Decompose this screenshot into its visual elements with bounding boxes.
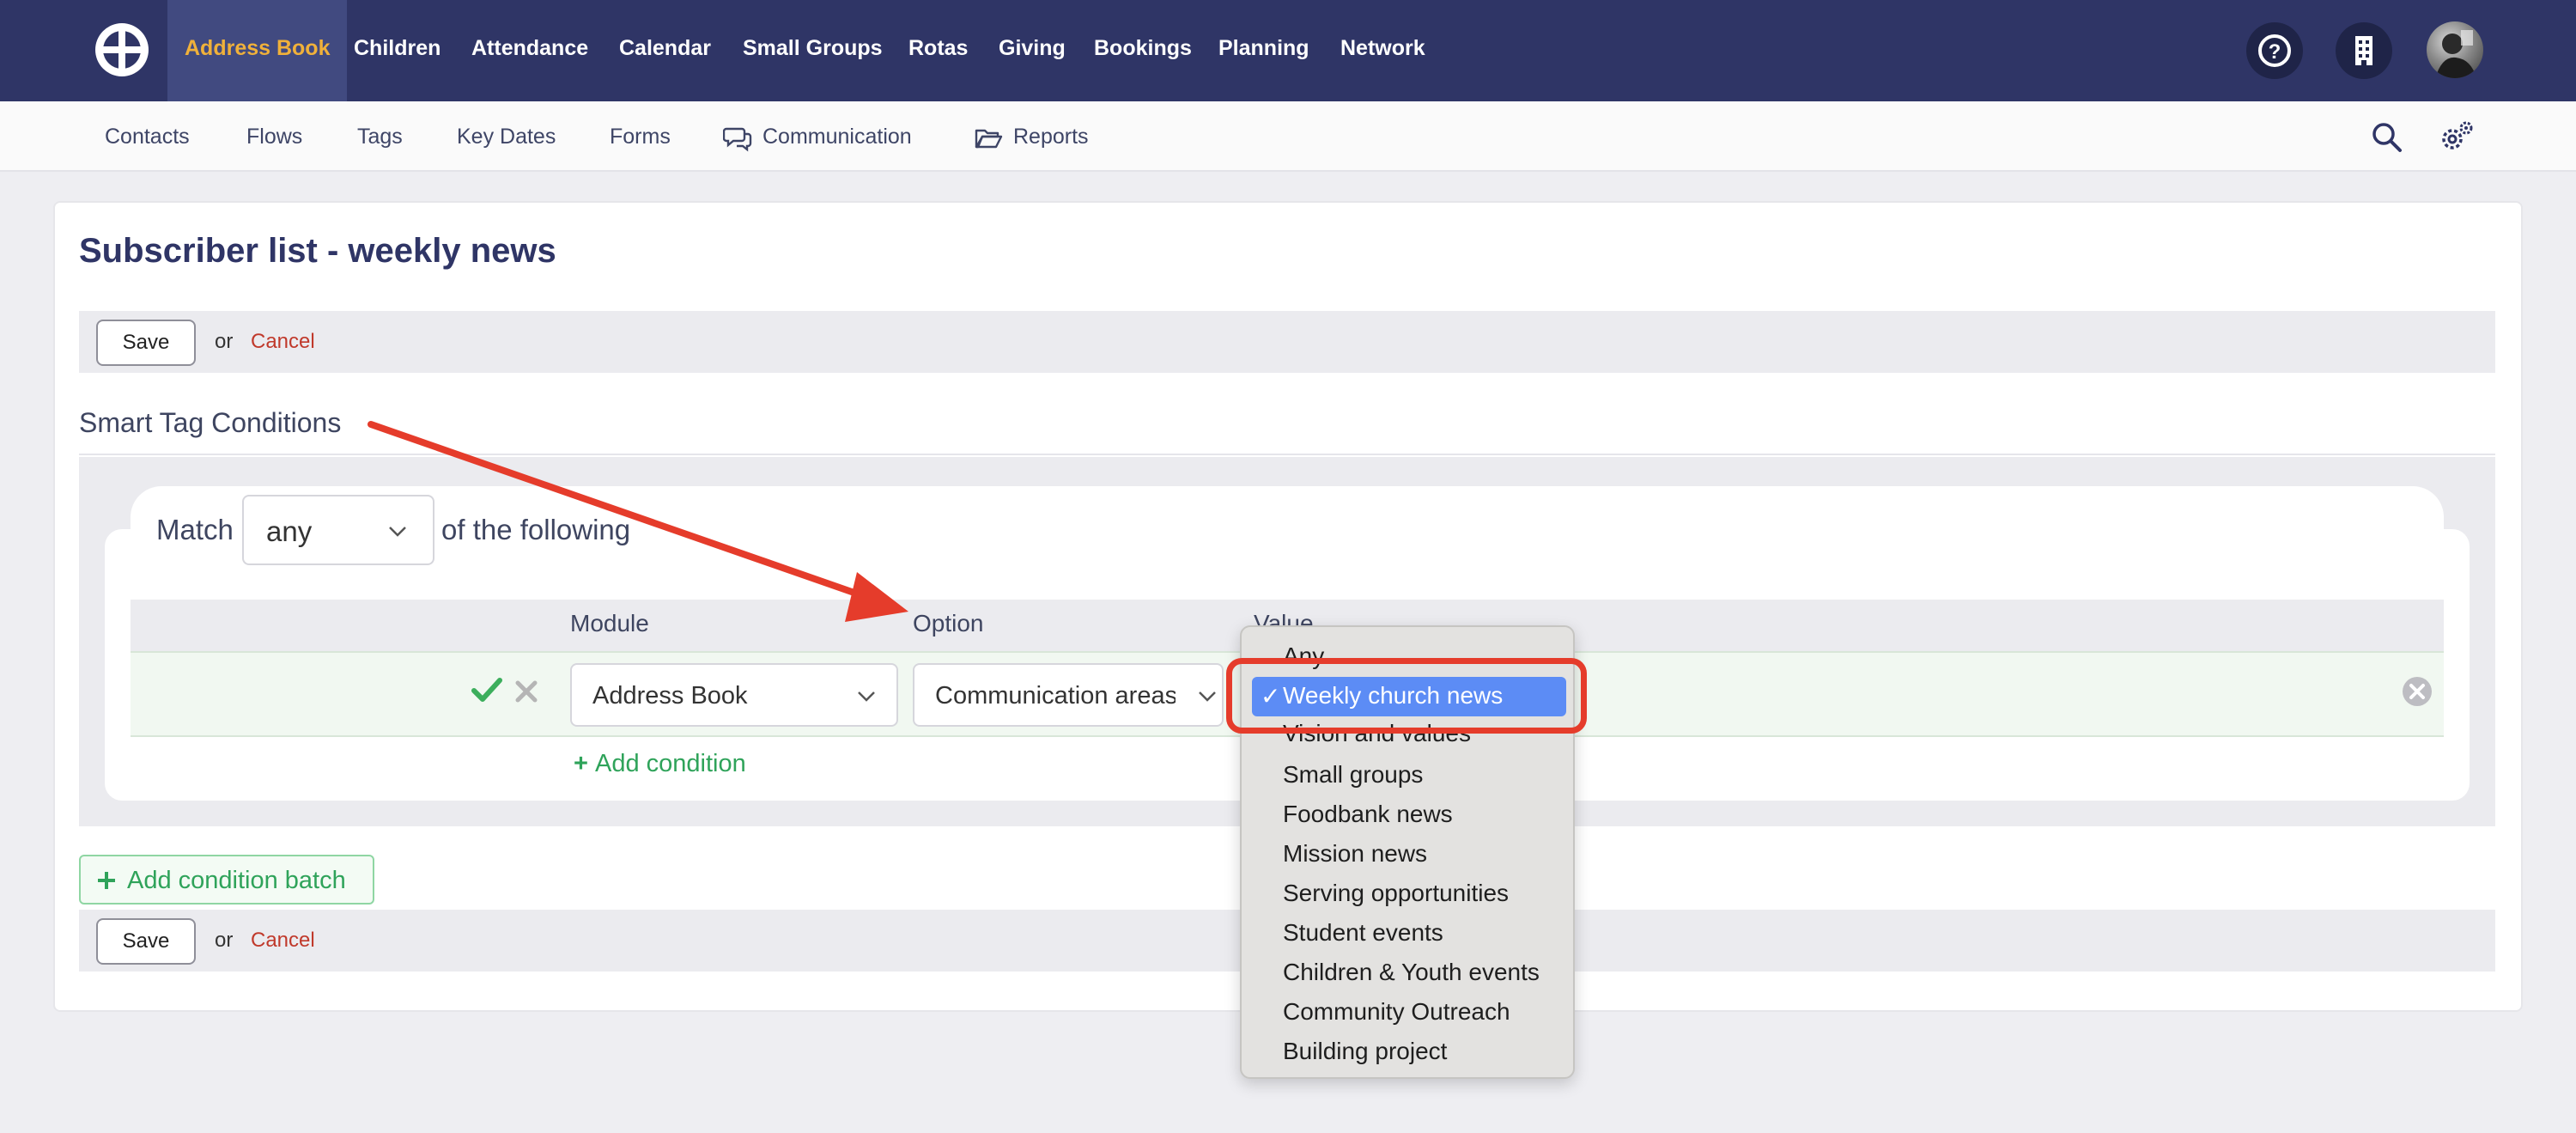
subnav-key-dates[interactable]: Key Dates	[457, 101, 556, 172]
nav-rotas[interactable]: Rotas	[908, 0, 968, 101]
cancel-link[interactable]: Cancel	[251, 330, 315, 354]
settings-icon[interactable]	[2437, 119, 2476, 156]
subnav-contacts[interactable]: Contacts	[105, 101, 190, 172]
dropdown-option[interactable]: Community Outreach	[1283, 998, 1510, 1026]
or-label: or	[215, 330, 234, 353]
help-icon: ?	[2258, 34, 2291, 67]
annotation-highlight-box	[1226, 658, 1587, 734]
dropdown-option[interactable]: Mission news	[1283, 840, 1427, 868]
dropdown-option[interactable]: Children & Youth events	[1283, 959, 1540, 986]
help-button[interactable]: ?	[2246, 22, 2303, 79]
dropdown-option[interactable]: Foodbank news	[1283, 801, 1453, 828]
avatar-image	[2435, 30, 2476, 78]
chat-icon	[723, 127, 752, 152]
logo-icon[interactable]	[93, 21, 151, 79]
match-select-value: any	[266, 515, 313, 547]
nav-planning[interactable]: Planning	[1218, 0, 1309, 101]
option-select-value: Communication areas	[935, 682, 1176, 710]
dropdown-option[interactable]: Student events	[1283, 919, 1443, 947]
subnav-reports[interactable]: Reports	[1013, 101, 1089, 172]
column-option: Option	[913, 610, 984, 637]
close-icon[interactable]	[513, 679, 539, 704]
top-save-bar: Save or Cancel	[79, 311, 2495, 373]
search-icon[interactable]	[2370, 120, 2404, 155]
chevron-down-icon	[389, 527, 406, 537]
user-avatar[interactable]	[2427, 21, 2483, 78]
nav-bookings[interactable]: Bookings	[1094, 0, 1192, 101]
add-condition-label: Add condition	[595, 750, 746, 777]
nav-address-book[interactable]: Address Book	[167, 0, 348, 101]
plus-icon: +	[574, 750, 595, 777]
dropdown-option[interactable]: Building project	[1283, 1038, 1447, 1065]
remove-condition-icon[interactable]	[2401, 675, 2433, 708]
add-condition-batch-button[interactable]: Add condition batch	[79, 855, 374, 905]
save-button[interactable]: Save	[96, 918, 196, 965]
sub-navigation: Contacts Flows Tags Key Dates Forms Comm…	[0, 101, 2576, 172]
add-condition-link[interactable]: + Add condition	[574, 750, 746, 778]
subnav-forms[interactable]: Forms	[610, 101, 671, 172]
cancel-link[interactable]: Cancel	[251, 929, 315, 953]
save-button[interactable]: Save	[96, 320, 196, 366]
module-select[interactable]: Address Book	[570, 663, 898, 727]
section-divider	[79, 454, 2495, 455]
subnav-communication[interactable]: Communication	[762, 101, 912, 172]
check-icon[interactable]	[471, 675, 503, 704]
chevron-down-icon	[858, 691, 875, 702]
nav-calendar[interactable]: Calendar	[619, 0, 711, 101]
folder-open-icon	[975, 129, 1003, 149]
dropdown-option[interactable]: Small groups	[1283, 761, 1423, 789]
svg-text:?: ?	[2269, 40, 2281, 64]
module-select-value: Address Book	[592, 682, 748, 710]
subnav-tags[interactable]: Tags	[357, 101, 403, 172]
top-navigation: Address Book Children Attendance Calenda…	[0, 0, 2576, 101]
subnav-flows[interactable]: Flows	[246, 101, 302, 172]
of-the-following-label: of the following	[441, 514, 631, 545]
smart-tag-conditions-heading: Smart Tag Conditions	[79, 407, 342, 438]
building-icon	[2355, 36, 2372, 65]
add-condition-batch-label: Add condition batch	[127, 867, 346, 894]
column-module: Module	[570, 610, 649, 637]
organisation-button[interactable]	[2336, 22, 2392, 79]
nav-giving[interactable]: Giving	[999, 0, 1066, 101]
or-label: or	[215, 929, 234, 952]
match-select[interactable]: any	[242, 495, 434, 565]
chevron-down-icon	[1199, 691, 1216, 702]
nav-attendance[interactable]: Attendance	[471, 0, 588, 101]
option-select[interactable]: Communication areas	[913, 663, 1224, 727]
dropdown-option[interactable]: Serving opportunities	[1283, 880, 1509, 907]
nav-small-groups[interactable]: Small Groups	[743, 0, 883, 101]
page-title: Subscriber list - weekly news	[79, 232, 556, 270]
match-label: Match	[156, 514, 234, 545]
plus-icon	[98, 872, 115, 889]
nav-children[interactable]: Children	[354, 0, 440, 101]
nav-network[interactable]: Network	[1340, 0, 1425, 101]
